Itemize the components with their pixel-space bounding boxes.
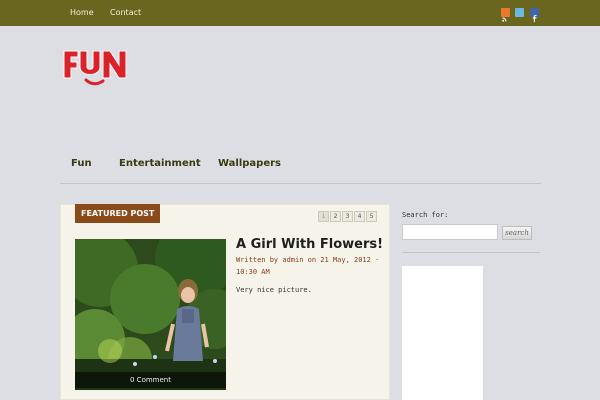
site-logo[interactable] bbox=[62, 45, 134, 89]
main-nav-wallpapers[interactable]: Wallpapers bbox=[218, 158, 281, 169]
main-nav-fun[interactable]: Fun bbox=[71, 158, 92, 169]
post-meta: Written by admin on 21 May, 2012 - 10:30… bbox=[236, 256, 380, 276]
page-3-button[interactable]: 3 bbox=[342, 211, 353, 222]
nav-divider bbox=[60, 183, 541, 184]
rss-icon[interactable] bbox=[501, 8, 510, 22]
top-nav-home[interactable]: Home bbox=[70, 8, 94, 17]
post-thumbnail[interactable] bbox=[75, 239, 226, 390]
page-1-button[interactable]: 1 bbox=[318, 211, 329, 222]
twitter-icon[interactable] bbox=[515, 8, 524, 17]
post-title[interactable]: A Girl With Flowers! bbox=[236, 237, 383, 252]
page-5-button[interactable]: 5 bbox=[366, 211, 377, 222]
featured-label: FEATURED POST bbox=[75, 204, 161, 223]
page-4-button[interactable]: 4 bbox=[354, 211, 365, 222]
page-2-button[interactable]: 2 bbox=[330, 211, 341, 222]
search-input[interactable] bbox=[402, 224, 498, 240]
facebook-icon[interactable] bbox=[530, 8, 539, 22]
comment-count[interactable]: 0 Comment bbox=[75, 372, 226, 388]
sidebar-widget bbox=[402, 266, 483, 400]
search-label: Search for: bbox=[402, 211, 449, 219]
search-button[interactable]: search bbox=[502, 226, 532, 240]
top-nav-contact[interactable]: Contact bbox=[110, 8, 141, 17]
post-excerpt: Very nice picture. bbox=[236, 286, 312, 294]
sidebar-divider bbox=[402, 252, 540, 253]
main-nav-entertainment[interactable]: Entertainment bbox=[119, 158, 201, 169]
